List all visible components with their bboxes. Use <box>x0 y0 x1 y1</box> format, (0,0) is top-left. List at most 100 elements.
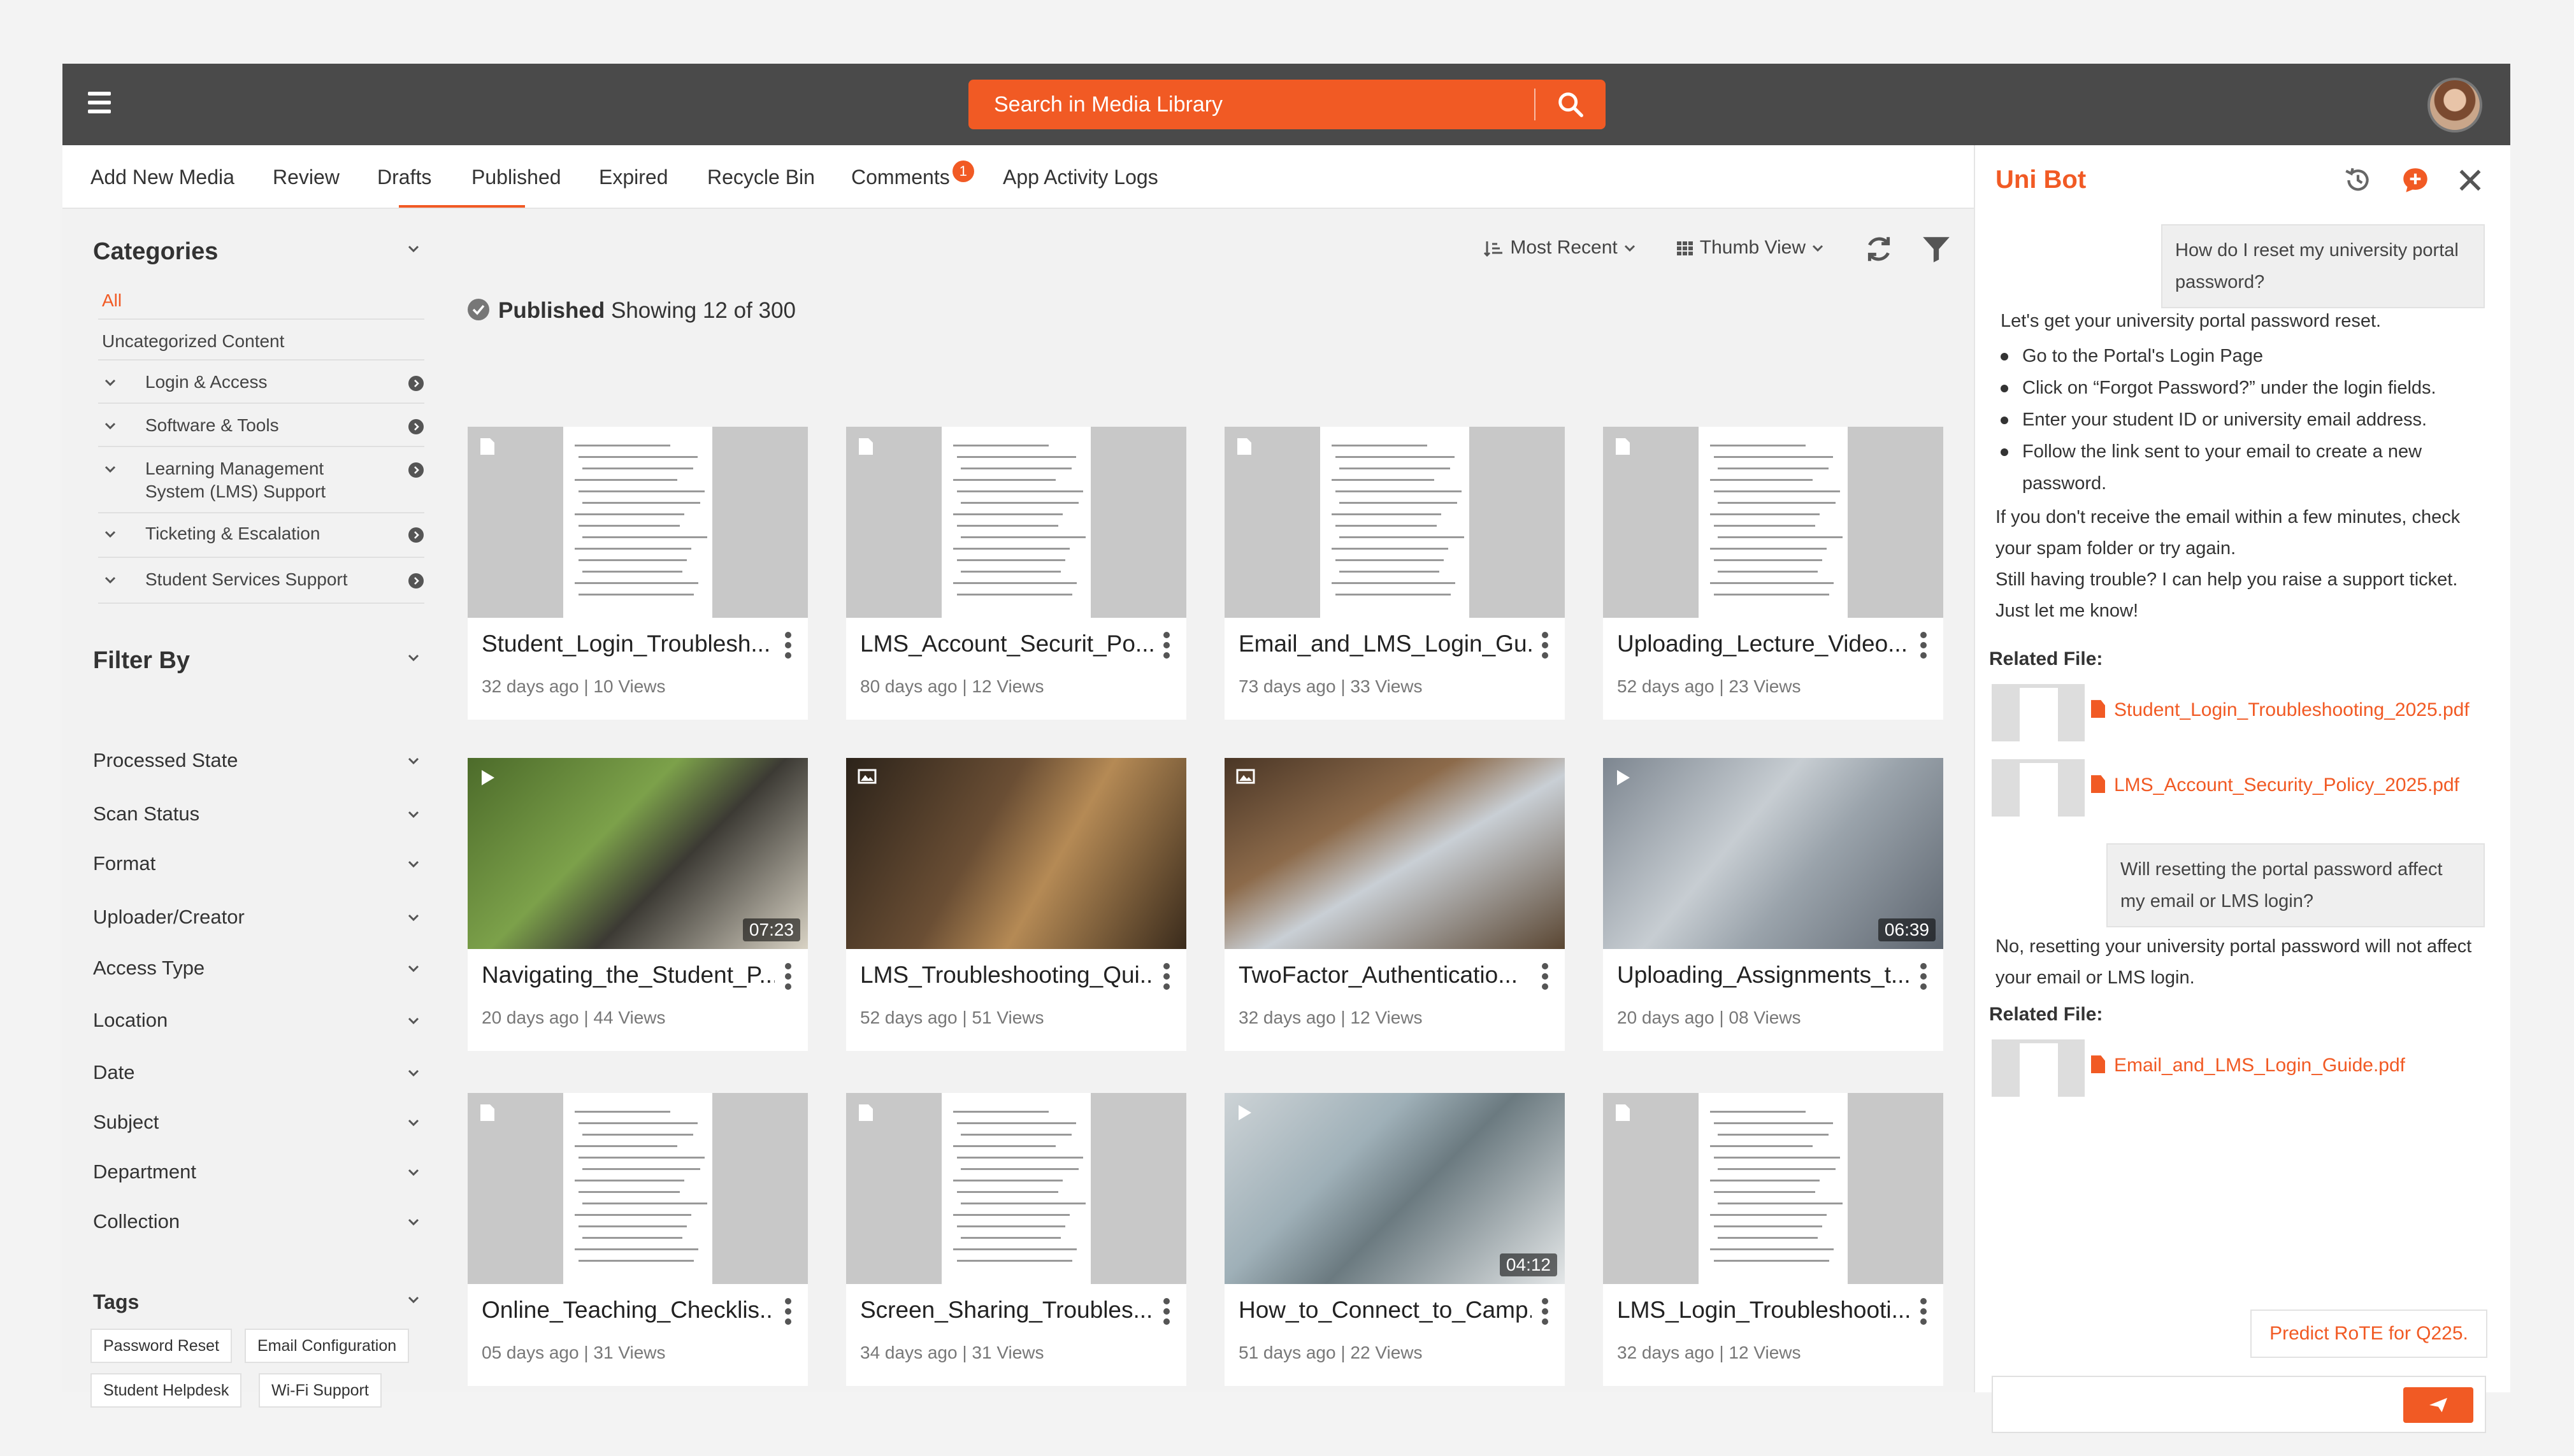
media-card[interactable]: 07:23 Navigating_the_Student_P... 20 days … <box>468 758 808 1051</box>
more-options-icon[interactable] <box>1162 963 1171 992</box>
refresh-icon[interactable] <box>1863 233 1895 265</box>
media-card[interactable]: Uploading_Lecture_Video... 52 days ago | … <box>1603 427 1943 720</box>
more-options-icon[interactable] <box>784 1298 793 1327</box>
media-thumbnail[interactable]: 04:12 <box>1225 1093 1565 1284</box>
filter-department[interactable]: Department <box>93 1160 196 1183</box>
tag-chip[interactable]: Student Helpdesk <box>90 1373 242 1408</box>
tag-chip[interactable]: Wi-Fi Support <box>259 1373 382 1408</box>
filter-format[interactable]: Format <box>93 852 155 875</box>
filter-icon[interactable] <box>1920 233 1952 265</box>
category-all[interactable]: All <box>102 289 122 312</box>
category-student-services[interactable]: Student Services Support <box>145 568 348 591</box>
media-card[interactable]: Online_Teaching_Checklis... 05 days ago |… <box>468 1093 808 1386</box>
chevron-down-icon[interactable] <box>406 651 421 665</box>
media-title[interactable]: Student_Login_Troublesh... <box>482 631 775 657</box>
more-options-icon[interactable] <box>784 963 793 992</box>
tab-expired[interactable]: Expired <box>599 166 668 189</box>
chevron-down-icon[interactable] <box>103 419 117 433</box>
tag-chip[interactable]: Password Reset <box>90 1329 233 1363</box>
chevron-down-icon[interactable] <box>406 1066 421 1080</box>
chevron-down-icon[interactable] <box>103 376 117 390</box>
more-options-icon[interactable] <box>1541 632 1549 661</box>
more-options-icon[interactable] <box>1162 1298 1171 1327</box>
media-title[interactable]: LMS_Login_Troubleshooti... <box>1617 1297 1910 1324</box>
media-card[interactable]: Screen_Sharing_Troubles... 34 days ago | … <box>846 1093 1186 1386</box>
media-card[interactable]: TwoFactor_Authenticatio... 32 days ago | … <box>1225 758 1565 1051</box>
avatar[interactable] <box>2427 78 2482 132</box>
chevron-down-icon[interactable] <box>406 911 421 925</box>
media-title[interactable]: Uploading_Lecture_Video... <box>1617 631 1910 657</box>
media-card[interactable]: LMS_Troubleshooting_Qui... 52 days ago | … <box>846 758 1186 1051</box>
send-button[interactable] <box>2403 1387 2473 1423</box>
tab-recycle-bin[interactable]: Recycle Bin <box>707 166 815 189</box>
tab-drafts[interactable]: Drafts <box>377 166 431 189</box>
media-card[interactable]: Email_and_LMS_Login_Gu... 73 days ago | 3… <box>1225 427 1565 720</box>
tab-published[interactable]: Published <box>471 166 561 189</box>
media-thumbnail[interactable] <box>468 427 808 618</box>
tag-chip[interactable]: Email Configuration <box>245 1329 410 1363</box>
chevron-down-icon[interactable] <box>406 1014 421 1028</box>
filter-access-type[interactable]: Access Type <box>93 957 205 980</box>
category-ticketing[interactable]: Ticketing & Escalation <box>145 522 320 545</box>
media-thumbnail[interactable] <box>1603 427 1943 618</box>
sort-dropdown[interactable]: Most Recent <box>1483 237 1637 259</box>
related-file-link[interactable]: LMS_Account_Security_Policy_2025.pdf <box>2091 774 2459 796</box>
arrow-right-icon[interactable] <box>408 573 424 589</box>
media-thumbnail[interactable] <box>846 427 1186 618</box>
search-icon[interactable] <box>1556 90 1585 119</box>
chevron-down-icon[interactable] <box>406 962 421 976</box>
more-options-icon[interactable] <box>1541 963 1549 992</box>
history-icon[interactable] <box>2342 164 2374 196</box>
chevron-down-icon[interactable] <box>406 808 421 822</box>
media-thumbnail[interactable] <box>1225 758 1565 949</box>
chat-input[interactable] <box>1992 1376 2486 1433</box>
media-title[interactable]: LMS_Account_Securit_Po... <box>860 631 1153 657</box>
category-software-tools[interactable]: Software & Tools <box>145 414 279 437</box>
category-uncategorized[interactable]: Uncategorized Content <box>102 330 284 353</box>
filter-collection[interactable]: Collection <box>93 1210 180 1233</box>
arrow-right-icon[interactable] <box>408 376 424 391</box>
close-icon[interactable] <box>2454 164 2486 196</box>
media-title[interactable]: How_to_Connect_to_Camp... <box>1239 1297 1532 1324</box>
more-options-icon[interactable] <box>1919 1298 1928 1327</box>
search-bar[interactable]: Search in Media Library <box>968 80 1606 129</box>
chevron-down-icon[interactable] <box>103 527 117 541</box>
chevron-down-icon[interactable] <box>103 462 117 476</box>
tab-app-activity-logs[interactable]: App Activity Logs <box>1003 166 1158 189</box>
media-thumbnail[interactable] <box>468 1093 808 1284</box>
more-options-icon[interactable] <box>1541 1298 1549 1327</box>
more-options-icon[interactable] <box>1919 632 1928 661</box>
media-title[interactable]: Email_and_LMS_Login_Gu... <box>1239 631 1532 657</box>
more-options-icon[interactable] <box>1162 632 1171 661</box>
media-thumbnail[interactable] <box>846 1093 1186 1284</box>
chevron-down-icon[interactable] <box>103 573 117 587</box>
new-chat-icon[interactable] <box>2399 164 2431 196</box>
chevron-down-icon[interactable] <box>406 1116 421 1130</box>
media-card[interactable]: 04:12 How_to_Connect_to_Camp... 51 days ag… <box>1225 1093 1565 1386</box>
chevron-down-icon[interactable] <box>406 242 421 256</box>
media-title[interactable]: LMS_Troubleshooting_Qui... <box>860 962 1153 989</box>
suggestion-chip[interactable]: Predict RoTE for Q225. <box>2250 1310 2487 1358</box>
media-title[interactable]: Uploading_Assignments_t... <box>1617 962 1910 989</box>
menu-icon[interactable] <box>88 92 111 117</box>
tab-comments[interactable]: Comments 1 <box>851 161 974 189</box>
media-title[interactable]: Online_Teaching_Checklis... <box>482 1297 775 1324</box>
related-file-link[interactable]: Student_Login_Troubleshooting_2025.pdf <box>2091 699 2470 721</box>
media-card[interactable]: LMS_Account_Securit_Po... 80 days ago | 1… <box>846 427 1186 720</box>
filter-scan-status[interactable]: Scan Status <box>93 803 199 825</box>
media-card[interactable]: LMS_Login_Troubleshooti... 32 days ago | … <box>1603 1093 1943 1386</box>
media-thumbnail[interactable] <box>1603 1093 1943 1284</box>
chevron-down-icon[interactable] <box>406 1215 421 1229</box>
more-options-icon[interactable] <box>1919 963 1928 992</box>
media-thumbnail[interactable]: 06:39 <box>1603 758 1943 949</box>
filter-subject[interactable]: Subject <box>93 1111 159 1134</box>
media-thumbnail[interactable] <box>1225 427 1565 618</box>
arrow-right-icon[interactable] <box>408 462 424 478</box>
chevron-down-icon[interactable] <box>406 1166 421 1180</box>
media-thumbnail[interactable]: 07:23 <box>468 758 808 949</box>
media-card[interactable]: 06:39 Uploading_Assignments_t... 20 days a… <box>1603 758 1943 1051</box>
media-title[interactable]: TwoFactor_Authenticatio... <box>1239 962 1532 989</box>
chevron-down-icon[interactable] <box>406 857 421 871</box>
media-title[interactable]: Screen_Sharing_Troubles... <box>860 1297 1153 1324</box>
related-file-link[interactable]: Email_and_LMS_Login_Guide.pdf <box>2091 1055 2405 1076</box>
